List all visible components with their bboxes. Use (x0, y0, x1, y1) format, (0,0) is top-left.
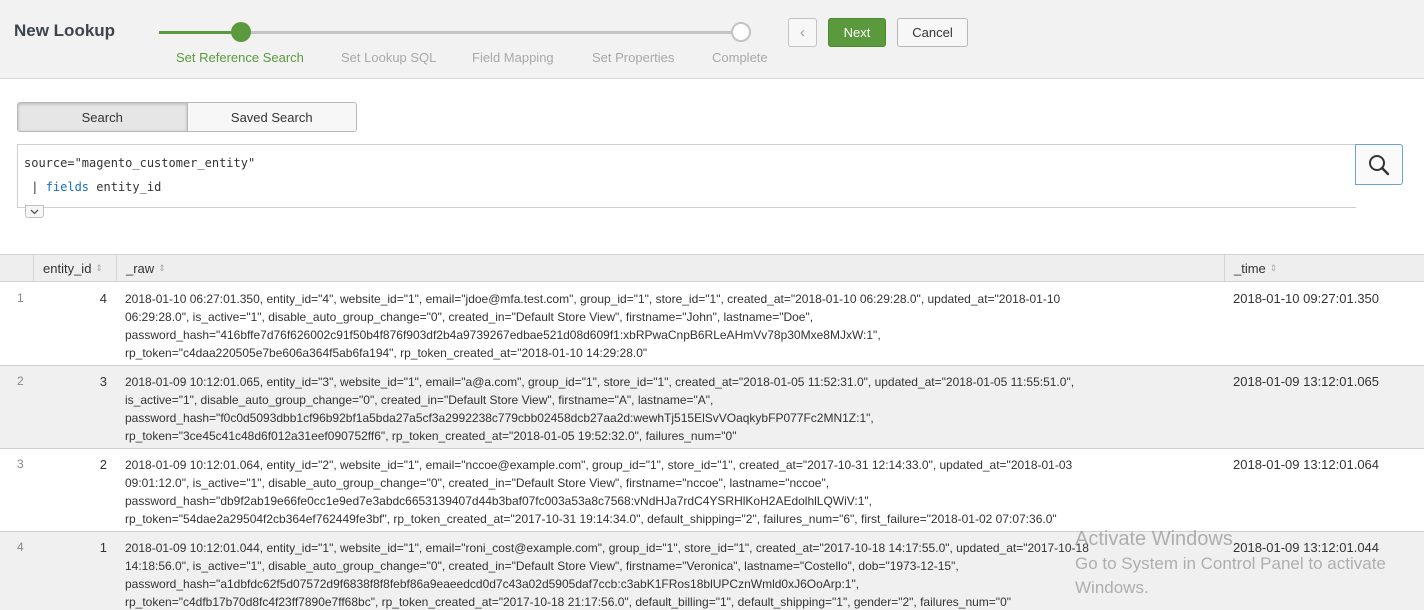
page-title: New Lookup (14, 21, 116, 40)
magnifier-icon (1369, 154, 1390, 175)
column-header-entity-id[interactable]: entity_id ⇕ (43, 255, 103, 281)
raw-line: password_hash="db9f2ab19e66fe0cc1e9ed7e3… (125, 494, 872, 508)
time-cell: 2018-01-09 13:12:01.044 (1233, 540, 1380, 555)
search-mode-search-button[interactable]: Search (18, 103, 187, 131)
query-line-2: | fields entity_id (24, 180, 161, 194)
lookup-wizard-header: New Lookup Set Reference Search Set Look… (0, 0, 1424, 79)
row-number: 2 (17, 374, 24, 388)
sort-icon: ⇕ (1269, 262, 1278, 273)
raw-cell: 2018-01-09 10:12:01.064, entity_id="2", … (125, 456, 1215, 528)
raw-line: rp_token="3ce45c41c48d6f012a31eef090752f… (125, 429, 737, 443)
progress-track-fill (159, 31, 241, 34)
table-row[interactable]: 1 4 2018-01-10 06:27:01.350, entity_id="… (0, 283, 1424, 366)
step-label-field-mapping: Field Mapping (472, 50, 554, 65)
query-pipe: | (24, 180, 46, 194)
step-label-set-properties: Set Properties (592, 50, 675, 65)
cancel-button[interactable]: Cancel (897, 18, 968, 47)
raw-line: 14:18:56.0", is_active="1", disable_auto… (125, 559, 959, 573)
raw-cell: 2018-01-10 06:27:01.350, entity_id="4", … (125, 290, 1215, 362)
step-label-set-reference-search: Set Reference Search (176, 50, 304, 65)
run-search-button[interactable] (1355, 144, 1403, 185)
table-row[interactable]: 2 3 2018-01-09 10:12:01.065, entity_id="… (0, 366, 1424, 449)
table-row[interactable]: 3 2 2018-01-09 10:12:01.064, entity_id="… (0, 449, 1424, 532)
raw-line: is_active="1", disable_auto_group_change… (125, 393, 714, 407)
chevron-down-icon (30, 209, 39, 214)
column-header-label: _raw (126, 260, 155, 276)
raw-line: 09:01:12.0", is_active="1", disable_auto… (125, 476, 830, 490)
column-header-label: entity_id (43, 260, 92, 276)
time-cell: 2018-01-10 09:27:01.350 (1233, 291, 1380, 306)
raw-cell: 2018-01-09 10:12:01.044, entity_id="1", … (125, 539, 1215, 610)
raw-line: rp_token="54dae2a29504f2cb364ef762449fe3… (125, 512, 1057, 526)
sort-icon: ⇕ (158, 262, 166, 273)
row-number: 3 (17, 457, 24, 471)
query-line-1: source="magento_customer_entity" (24, 156, 256, 170)
row-number: 1 (17, 291, 24, 305)
sort-icon: ⇕ (95, 262, 103, 273)
raw-line: password_hash="a1dbfdc62f5d07572d9f6838f… (125, 577, 860, 591)
search-mode-toggle: Search Saved Search (17, 102, 357, 132)
chevron-left-icon: ‹ (800, 24, 805, 41)
entity-id-cell: 1 (99, 540, 107, 555)
query-field-list: entity_id (89, 180, 162, 194)
time-cell: 2018-01-09 13:12:01.065 (1233, 374, 1380, 389)
raw-line: 2018-01-10 06:27:01.350, entity_id="4", … (125, 292, 1061, 306)
step-marker-complete (731, 22, 751, 42)
raw-line: password_hash="f0c0d5093dbb1cf96b92bf1a5… (125, 411, 874, 425)
entity-id-cell: 4 (99, 291, 107, 306)
raw-line: password_hash="416bffe7d76f626002c91f50b… (125, 328, 881, 342)
step-label-set-lookup-sql: Set Lookup SQL (341, 50, 437, 65)
step-marker-current (231, 22, 251, 42)
column-header-raw[interactable]: _raw ⇕ (126, 255, 166, 281)
raw-line: rp_token="c4dfb17b70d8fc4f23ff7890e7ff68… (125, 595, 1012, 609)
row-number: 4 (17, 540, 24, 554)
column-divider (116, 255, 117, 281)
expand-editor-button[interactable] (25, 205, 44, 218)
query-keyword-fields: fields (45, 180, 90, 194)
search-query-editor[interactable]: source="magento_customer_entity" | field… (17, 144, 1356, 208)
column-header-time[interactable]: _time ⇕ (1234, 255, 1277, 281)
time-cell: 2018-01-09 13:12:01.064 (1233, 457, 1380, 472)
column-header-label: _time (1234, 260, 1266, 276)
search-mode-saved-search-button[interactable]: Saved Search (186, 103, 356, 131)
column-divider (1224, 255, 1225, 281)
step-label-complete: Complete (712, 50, 768, 65)
entity-id-cell: 3 (99, 374, 107, 389)
table-row[interactable]: 4 1 2018-01-09 10:12:01.044, entity_id="… (0, 532, 1424, 610)
raw-cell: 2018-01-09 10:12:01.065, entity_id="3", … (125, 373, 1215, 445)
back-button[interactable]: ‹ (788, 18, 817, 47)
raw-line: 2018-01-09 10:12:01.064, entity_id="2", … (125, 458, 1073, 472)
entity-id-cell: 2 (99, 457, 107, 472)
column-divider (33, 255, 34, 281)
next-button[interactable]: Next (828, 18, 886, 47)
raw-line: rp_token="c4daa220505e7be606a364f5ab6fa1… (125, 346, 648, 360)
raw-line: 06:29:28.0", is_active="1", disable_auto… (125, 310, 814, 324)
results-table-header: entity_id ⇕ _raw ⇕ _time ⇕ (0, 254, 1424, 282)
raw-line: 2018-01-09 10:12:01.065, entity_id="3", … (125, 375, 1075, 389)
raw-line: 2018-01-09 10:12:01.044, entity_id="1", … (125, 541, 1089, 555)
